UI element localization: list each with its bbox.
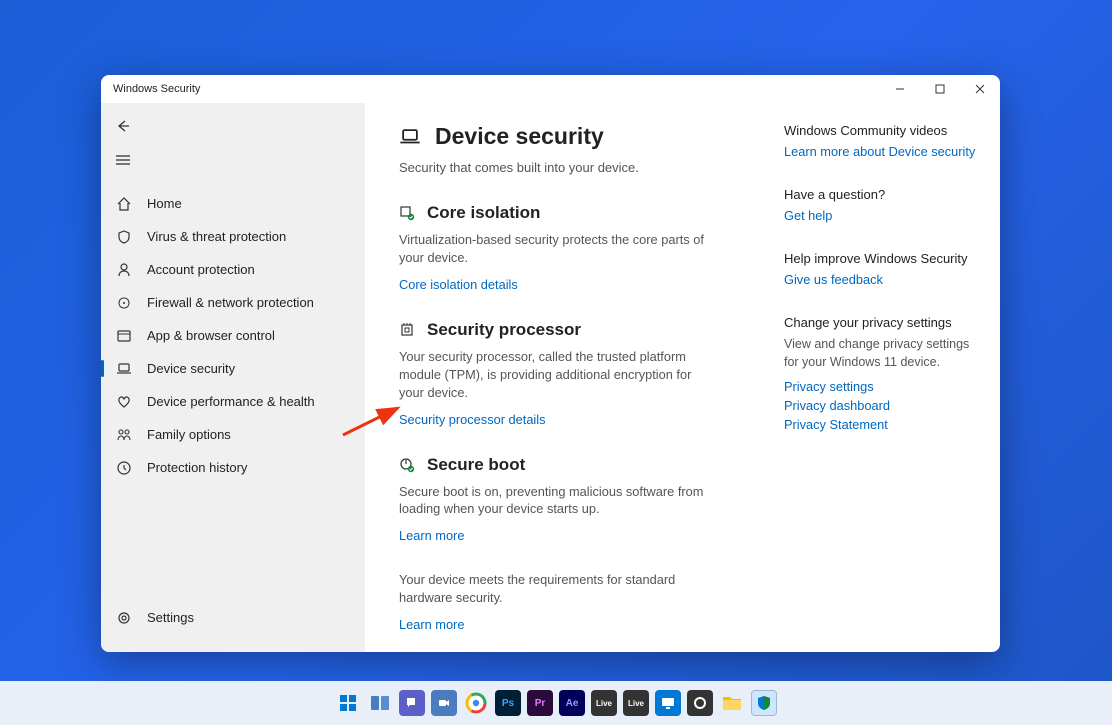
back-button[interactable] bbox=[101, 109, 365, 143]
monitor-icon[interactable] bbox=[655, 690, 681, 716]
security-icon[interactable] bbox=[751, 690, 777, 716]
power-check-icon bbox=[399, 457, 415, 473]
obs-icon[interactable] bbox=[687, 690, 713, 716]
chip-check-icon bbox=[399, 205, 415, 221]
laptop-icon bbox=[115, 360, 133, 378]
right-head: Have a question? bbox=[784, 187, 984, 202]
aftereffects-icon[interactable]: Ae bbox=[559, 690, 585, 716]
privacy-statement-link[interactable]: Privacy Statement bbox=[784, 417, 984, 432]
section-desc: Your security processor, called the trus… bbox=[399, 348, 719, 402]
taskview-button[interactable] bbox=[367, 690, 393, 716]
section-footer: Your device meets the requirements for s… bbox=[399, 571, 766, 632]
sidebar-item-device-security[interactable]: Device security bbox=[101, 352, 365, 385]
section-title: Core isolation bbox=[427, 203, 540, 223]
page-title: Device security bbox=[435, 123, 604, 150]
history-icon bbox=[115, 459, 133, 477]
right-text: View and change privacy settings for you… bbox=[784, 336, 984, 371]
camera-icon[interactable] bbox=[431, 690, 457, 716]
maximize-button[interactable] bbox=[920, 75, 960, 103]
taskbar: Ps Pr Ae Live Live bbox=[0, 681, 1112, 725]
page-subtitle: Security that comes built into your devi… bbox=[399, 160, 766, 175]
section-desc: Secure boot is on, preventing malicious … bbox=[399, 483, 719, 519]
security-processor-details-link[interactable]: Security processor details bbox=[399, 412, 766, 427]
sidebar-item-firewall[interactable]: Firewall & network protection bbox=[101, 286, 365, 319]
teams-icon[interactable] bbox=[399, 690, 425, 716]
secure-boot-learn-more-link[interactable]: Learn more bbox=[399, 528, 766, 543]
live-icon-1[interactable]: Live bbox=[591, 690, 617, 716]
shield-icon bbox=[115, 228, 133, 246]
person-icon bbox=[115, 261, 133, 279]
section-core-isolation: Core isolation Virtualization-based secu… bbox=[399, 203, 766, 292]
section-desc: Virtualization-based security protects t… bbox=[399, 231, 719, 267]
sidebar-item-label: Home bbox=[147, 196, 182, 211]
right-head: Change your privacy settings bbox=[784, 315, 984, 330]
close-button[interactable] bbox=[960, 75, 1000, 103]
photoshop-icon[interactable]: Ps bbox=[495, 690, 521, 716]
privacy-dashboard-link[interactable]: Privacy dashboard bbox=[784, 398, 984, 413]
core-isolation-details-link[interactable]: Core isolation details bbox=[399, 277, 766, 292]
right-column: Windows Community videos Learn more abou… bbox=[784, 123, 984, 640]
live-icon-2[interactable]: Live bbox=[623, 690, 649, 716]
sidebar-item-settings[interactable]: Settings bbox=[101, 601, 365, 634]
right-head: Help improve Windows Security bbox=[784, 251, 984, 266]
section-security-processor: Security processor Your security process… bbox=[399, 320, 766, 427]
feedback-link[interactable]: Give us feedback bbox=[784, 272, 984, 287]
sidebar: Home Virus & threat protection Account p… bbox=[101, 103, 365, 652]
window-title: Windows Security bbox=[113, 83, 200, 95]
premiere-icon[interactable]: Pr bbox=[527, 690, 553, 716]
sidebar-item-label: Account protection bbox=[147, 262, 255, 277]
gear-icon bbox=[115, 609, 133, 627]
processor-icon bbox=[399, 322, 415, 338]
sidebar-item-label: Protection history bbox=[147, 460, 247, 475]
main-content: Device security Security that comes buil… bbox=[399, 123, 784, 640]
menu-button[interactable] bbox=[101, 143, 365, 177]
right-head: Windows Community videos bbox=[784, 123, 984, 138]
sidebar-item-performance[interactable]: Device performance & health bbox=[101, 385, 365, 418]
section-secure-boot: Secure boot Secure boot is on, preventin… bbox=[399, 455, 766, 544]
sidebar-item-account[interactable]: Account protection bbox=[101, 253, 365, 286]
titlebar: Windows Security bbox=[101, 75, 1000, 103]
laptop-icon bbox=[399, 126, 421, 148]
app-window: Windows Security Home Virus & thre bbox=[101, 75, 1000, 652]
sidebar-item-app-browser[interactable]: App & browser control bbox=[101, 319, 365, 352]
footer-learn-more-link[interactable]: Learn more bbox=[399, 617, 766, 632]
app-icon bbox=[115, 327, 133, 345]
get-help-link[interactable]: Get help bbox=[784, 208, 984, 223]
sidebar-item-history[interactable]: Protection history bbox=[101, 451, 365, 484]
community-link[interactable]: Learn more about Device security bbox=[784, 144, 984, 159]
sidebar-item-label: Device performance & health bbox=[147, 394, 315, 409]
section-title: Secure boot bbox=[427, 455, 525, 475]
explorer-icon[interactable] bbox=[719, 690, 745, 716]
sidebar-item-label: Virus & threat protection bbox=[147, 229, 286, 244]
sidebar-item-family[interactable]: Family options bbox=[101, 418, 365, 451]
start-button[interactable] bbox=[335, 690, 361, 716]
wifi-icon bbox=[115, 294, 133, 312]
privacy-settings-link[interactable]: Privacy settings bbox=[784, 379, 984, 394]
heart-icon bbox=[115, 393, 133, 411]
minimize-button[interactable] bbox=[880, 75, 920, 103]
hamburger-icon bbox=[115, 152, 131, 168]
sidebar-item-label: App & browser control bbox=[147, 328, 275, 343]
sidebar-item-label: Settings bbox=[147, 610, 194, 625]
section-desc: Your device meets the requirements for s… bbox=[399, 571, 719, 607]
sidebar-item-label: Family options bbox=[147, 427, 231, 442]
sidebar-item-home[interactable]: Home bbox=[101, 187, 365, 220]
sidebar-item-virus[interactable]: Virus & threat protection bbox=[101, 220, 365, 253]
section-title: Security processor bbox=[427, 320, 581, 340]
chrome-icon[interactable] bbox=[463, 690, 489, 716]
family-icon bbox=[115, 426, 133, 444]
home-icon bbox=[115, 195, 133, 213]
back-arrow-icon bbox=[115, 118, 131, 134]
sidebar-item-label: Device security bbox=[147, 361, 235, 376]
sidebar-item-label: Firewall & network protection bbox=[147, 295, 314, 310]
